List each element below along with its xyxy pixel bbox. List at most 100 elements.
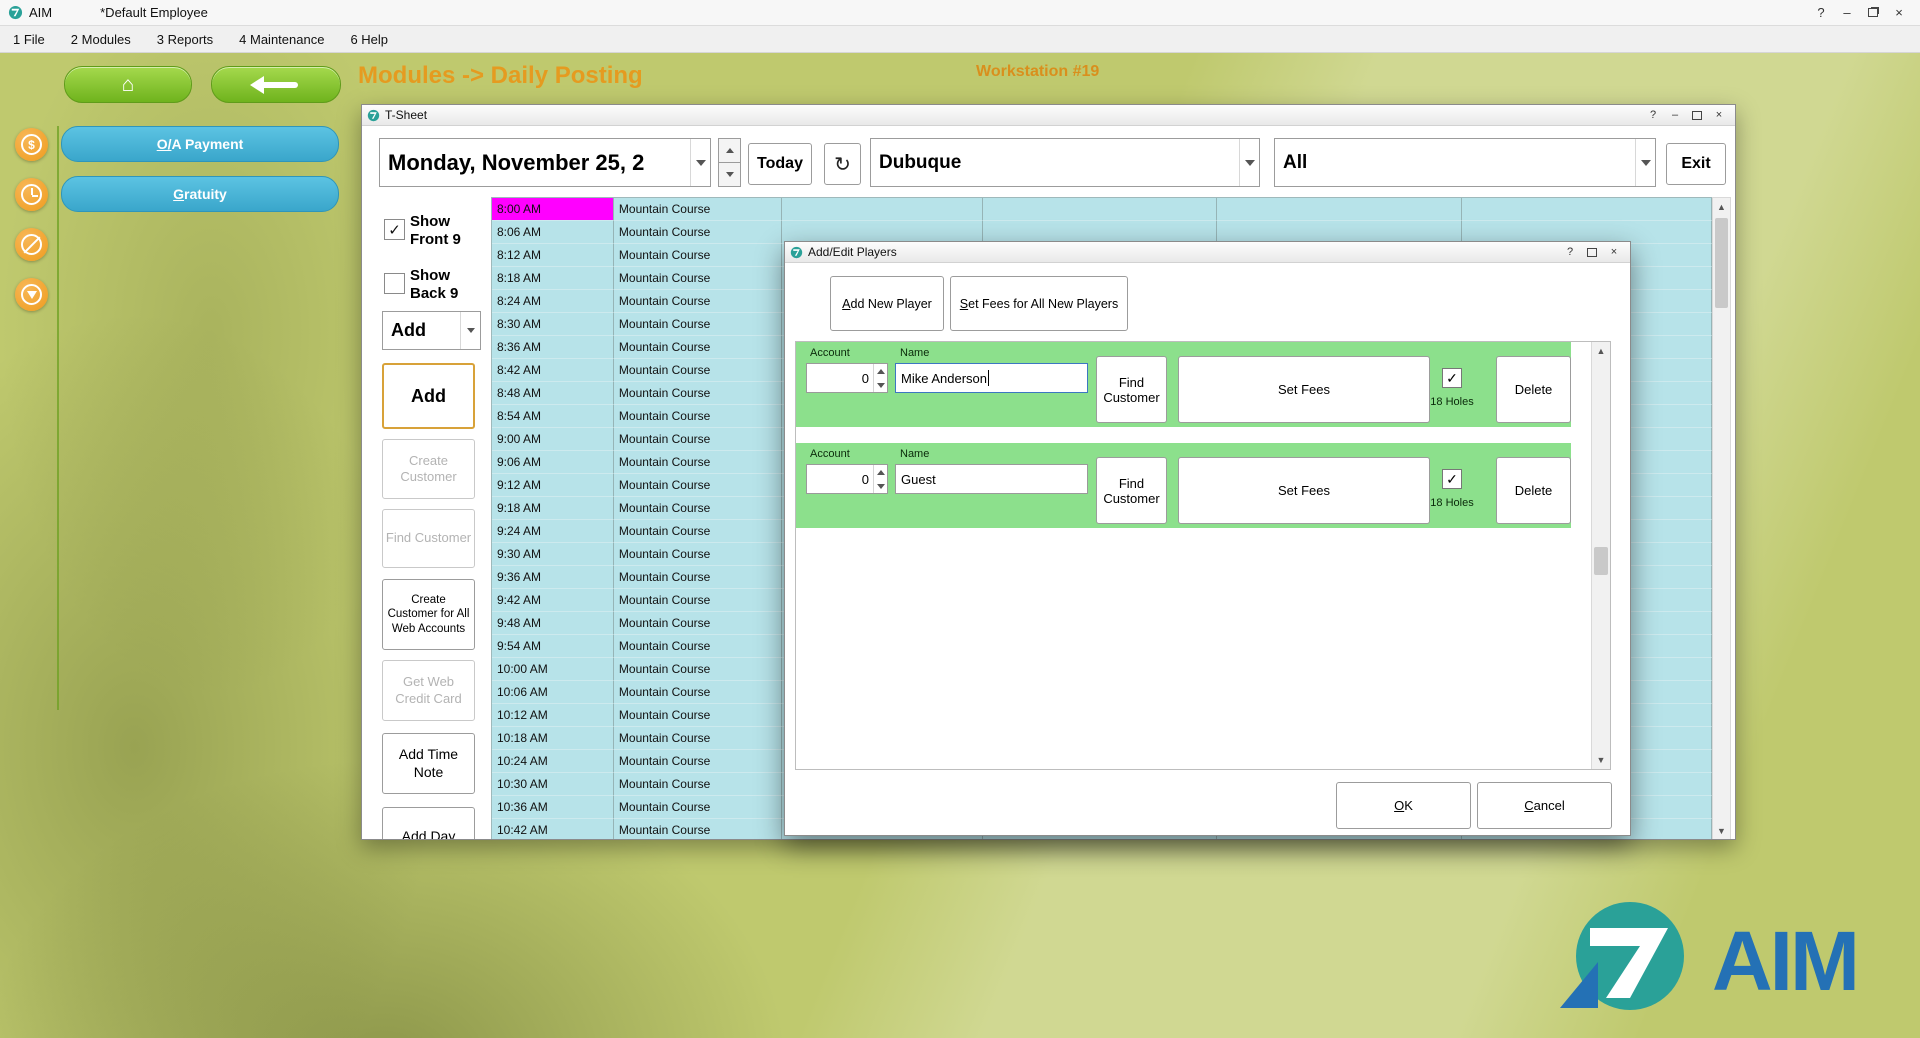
course-cell[interactable]: Mountain Course	[614, 405, 782, 428]
restore-icon[interactable]	[1860, 3, 1886, 23]
tee-time-cell[interactable]: 9:42 AM	[492, 589, 614, 612]
course-cell[interactable]: Mountain Course	[614, 658, 782, 681]
today-button[interactable]: Today	[748, 143, 812, 185]
tee-time-cell[interactable]: 9:00 AM	[492, 428, 614, 451]
account-spinner[interactable]: 0	[806, 464, 888, 494]
refresh-button[interactable]: ↻	[824, 143, 861, 185]
tee-time-cell[interactable]: 9:48 AM	[492, 612, 614, 635]
slot-cell[interactable]	[1462, 198, 1712, 221]
get-web-credit-card-button[interactable]: Get Web Credit Card	[382, 660, 475, 721]
add-time-note-button[interactable]: Add Time Note	[382, 733, 475, 794]
course-cell[interactable]: Mountain Course	[614, 359, 782, 382]
void-icon[interactable]	[15, 228, 48, 261]
course-cell[interactable]: Mountain Course	[614, 221, 782, 244]
help-icon[interactable]: ?	[1808, 3, 1834, 23]
tee-time-cell[interactable]: 9:24 AM	[492, 520, 614, 543]
course-cell[interactable]: Mountain Course	[614, 474, 782, 497]
minimize-icon[interactable]: –	[1834, 3, 1860, 23]
add-day-button[interactable]: Add Day	[382, 807, 475, 840]
tee-time-cell[interactable]: 8:18 AM	[492, 267, 614, 290]
course-cell[interactable]: Mountain Course	[614, 313, 782, 336]
scroll-down-icon[interactable]: ▼	[1713, 822, 1730, 840]
tee-time-cell[interactable]: 8:42 AM	[492, 359, 614, 382]
tee-time-cell[interactable]: 9:18 AM	[492, 497, 614, 520]
course-cell[interactable]: Mountain Course	[614, 543, 782, 566]
tee-time-cell[interactable]: 8:24 AM	[492, 290, 614, 313]
course-cell[interactable]: Mountain Course	[614, 727, 782, 750]
menu-maintenance[interactable]: 4 Maintenance	[226, 26, 337, 52]
course-cell[interactable]: Mountain Course	[614, 612, 782, 635]
oa-payment-button[interactable]: O/A Payment	[61, 126, 339, 162]
cancel-button[interactable]: Cancel	[1477, 782, 1612, 829]
date-picker[interactable]: Monday, November 25, 2	[379, 138, 711, 187]
chevron-down-icon[interactable]	[690, 139, 710, 186]
course-cell[interactable]: Mountain Course	[614, 198, 782, 221]
tee-time-cell[interactable]: 8:48 AM	[492, 382, 614, 405]
tee-time-cell[interactable]: 8:00 AM	[492, 198, 614, 221]
player-list-scrollbar[interactable]: ▲ ▼	[1591, 342, 1610, 769]
close-icon[interactable]: ×	[1886, 3, 1912, 23]
set-fees-button[interactable]: Set Fees	[1178, 457, 1430, 524]
course-cell[interactable]: Mountain Course	[614, 244, 782, 267]
help-icon[interactable]: ?	[1642, 107, 1664, 124]
chevron-down-icon[interactable]	[460, 312, 480, 349]
course-cell[interactable]: Mountain Course	[614, 750, 782, 773]
close-icon[interactable]: ×	[1708, 107, 1730, 124]
delete-player-button[interactable]: Delete	[1496, 356, 1571, 423]
menu-file[interactable]: 1 File	[0, 26, 58, 52]
location-dropdown[interactable]: Dubuque	[870, 138, 1260, 187]
menu-reports[interactable]: 3 Reports	[144, 26, 226, 52]
holes-18-checkbox[interactable]: ✓	[1442, 469, 1462, 489]
course-cell[interactable]: Mountain Course	[614, 589, 782, 612]
tee-time-cell[interactable]: 8:12 AM	[492, 244, 614, 267]
show-front9-checkbox[interactable]: ✓	[384, 219, 405, 240]
spinner-arrows-icon[interactable]	[873, 364, 887, 392]
add-button[interactable]: Add	[382, 363, 475, 429]
home-button[interactable]: ⌂	[64, 66, 192, 103]
course-cell[interactable]: Mountain Course	[614, 819, 782, 840]
help-icon[interactable]: ?	[1559, 244, 1581, 261]
payment-icon[interactable]: $	[15, 128, 48, 161]
slot-cell[interactable]	[983, 198, 1218, 221]
tee-time-cell[interactable]: 8:54 AM	[492, 405, 614, 428]
course-cell[interactable]: Mountain Course	[614, 773, 782, 796]
exit-button[interactable]: Exit	[1666, 143, 1726, 185]
account-spinner[interactable]: 0	[806, 363, 888, 393]
delete-player-button[interactable]: Delete	[1496, 457, 1571, 524]
find-customer-button[interactable]: Find Customer	[1096, 457, 1167, 524]
course-cell[interactable]: Mountain Course	[614, 267, 782, 290]
tee-time-cell[interactable]: 10:24 AM	[492, 750, 614, 773]
create-customer-button[interactable]: Create Customer	[382, 439, 475, 499]
scrollbar-thumb[interactable]	[1594, 547, 1608, 575]
course-cell[interactable]: Mountain Course	[614, 290, 782, 313]
add-type-dropdown[interactable]: Add	[382, 311, 481, 350]
tee-time-cell[interactable]: 10:00 AM	[492, 658, 614, 681]
scrollbar-thumb[interactable]	[1715, 218, 1728, 308]
tee-time-cell[interactable]: 10:18 AM	[492, 727, 614, 750]
minimize-icon[interactable]: –	[1664, 107, 1686, 124]
ok-button[interactable]: OK	[1336, 782, 1471, 829]
maximize-icon[interactable]	[1581, 244, 1603, 261]
tee-time-cell[interactable]: 8:36 AM	[492, 336, 614, 359]
date-down-icon[interactable]	[718, 163, 741, 187]
time-clock-icon[interactable]	[15, 178, 48, 211]
tee-time-cell[interactable]: 9:30 AM	[492, 543, 614, 566]
tee-time-cell[interactable]: 10:30 AM	[492, 773, 614, 796]
set-fees-button[interactable]: Set Fees	[1178, 356, 1430, 423]
show-back9-checkbox[interactable]	[384, 273, 405, 294]
course-cell[interactable]: Mountain Course	[614, 382, 782, 405]
scroll-up-icon[interactable]: ▲	[1592, 342, 1610, 360]
course-cell[interactable]: Mountain Course	[614, 566, 782, 589]
create-customer-web-button[interactable]: Create Customer for All Web Accounts	[382, 579, 475, 650]
slot-cell[interactable]	[1217, 198, 1462, 221]
menu-modules[interactable]: 2 Modules	[58, 26, 144, 52]
tee-time-cell[interactable]: 10:06 AM	[492, 681, 614, 704]
course-cell[interactable]: Mountain Course	[614, 497, 782, 520]
gratuity-button[interactable]: Gratuity	[61, 176, 339, 212]
tee-time-cell[interactable]: 8:06 AM	[492, 221, 614, 244]
player-name-input[interactable]: Mike Anderson	[895, 363, 1088, 393]
chevron-down-icon[interactable]	[1239, 139, 1259, 186]
tee-time-cell[interactable]: 9:12 AM	[492, 474, 614, 497]
tee-time-cell[interactable]: 9:36 AM	[492, 566, 614, 589]
course-cell[interactable]: Mountain Course	[614, 336, 782, 359]
